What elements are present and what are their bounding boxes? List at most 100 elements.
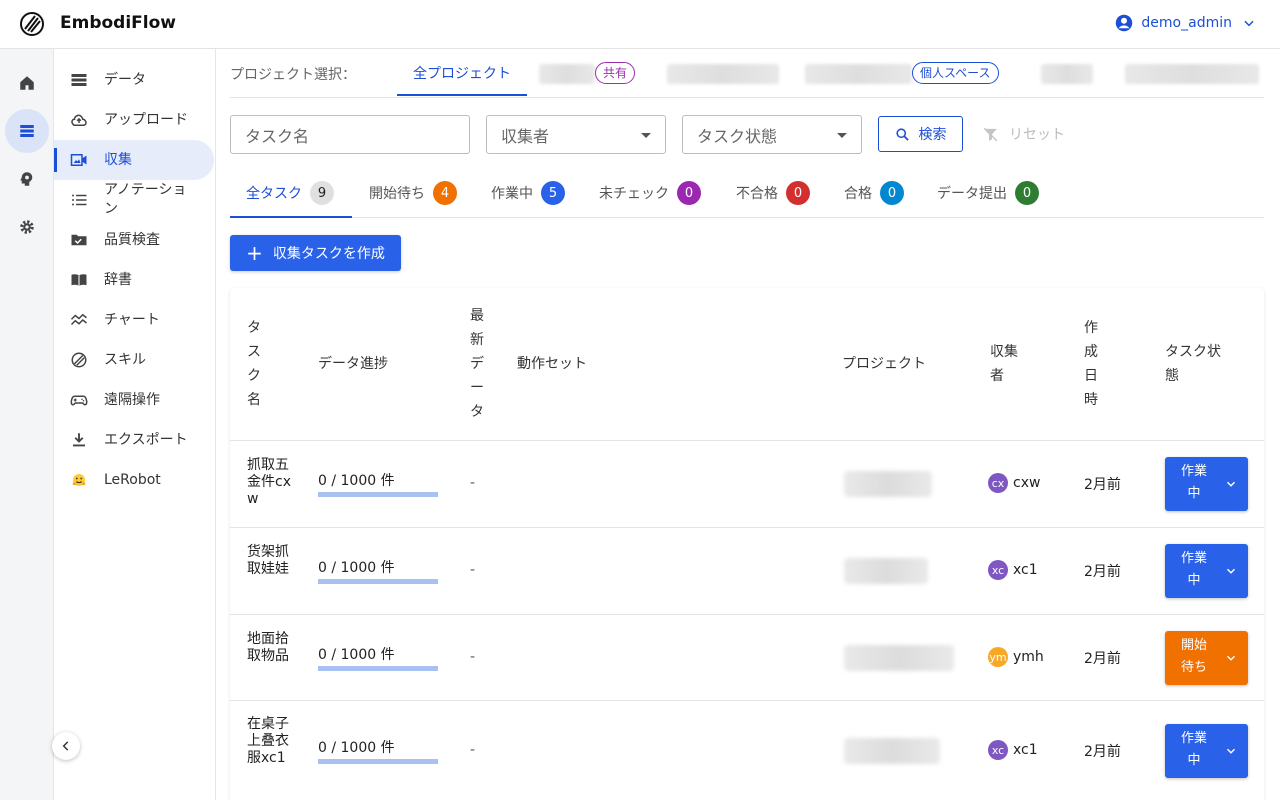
cloud-upload-icon [71,114,87,126]
tab-label: 作業中 [491,186,533,202]
personal-space-tag: 個人スペース [912,62,999,84]
table-row[interactable]: 地面拾取物品 0 / 1000 件 - ym ymh 2月前 開始待ち [230,615,1264,701]
collector-cell: ym ymh [988,647,1044,667]
tab-rejected[interactable]: 不合格 0 [736,181,810,205]
collector-name: xc1 [1013,742,1038,758]
header-status[interactable]: タスク状態 [1165,340,1227,388]
task-status-label: 作業中 [1180,464,1207,501]
video-icon [70,154,87,166]
tab-data-submitted[interactable]: データ提出 0 [937,181,1039,205]
search-button[interactable]: 検索 [878,116,963,152]
sidebar-collapse-button[interactable] [52,732,80,760]
header-project[interactable]: プロジェクト [842,352,926,376]
sidebar-item-dictionary[interactable]: 辞書 [54,260,214,300]
sidebar-item-skill[interactable]: スキル [54,340,214,380]
filter-off-icon [983,127,998,141]
download-icon [73,433,85,447]
tab-in-progress[interactable]: 作業中 5 [491,181,565,205]
create-collection-task-button[interactable]: + 収集タスクを作成 [230,235,401,271]
sidebar-item-upload[interactable]: アップロード [54,100,214,140]
chart-icon [70,313,87,326]
rail-settings-button[interactable] [5,205,49,249]
sidebar-item-label: 辞書 [104,271,132,288]
header-created[interactable]: 作成日時 [1084,316,1100,412]
brain-icon [20,172,33,186]
created-cell: 2月前 [1084,744,1121,760]
tab-unchecked[interactable]: 未チェック 0 [599,181,701,205]
header-task-name[interactable]: タスク名 [247,316,263,412]
header-latest-data[interactable]: 最新データ [470,304,486,424]
account-icon [1116,14,1133,32]
task-name-cell[interactable]: 在桌子上叠衣服xc1 [247,716,297,767]
count-badge: 4 [433,181,457,205]
chevron-down-icon [1244,20,1254,27]
progress-text: 0 / 1000 件 [318,647,395,663]
reset-button[interactable]: リセット [982,124,1065,144]
project-tab-redacted[interactable] [1125,64,1259,84]
tab-active-indicator [230,216,352,218]
project-tab-redacted[interactable] [667,64,779,84]
progress-text: 0 / 1000 件 [318,560,395,576]
sidebar-item-export[interactable]: エクスポート [54,420,214,460]
sidebar-item-chart[interactable]: チャート [54,300,214,340]
search-icon [895,127,909,141]
table-row[interactable]: 在桌子上叠衣服xc1 0 / 1000 件 - xc xc1 2月前 作業中 [230,701,1264,800]
user-menu[interactable]: demo_admin [1115,14,1256,32]
collector-cell: xc xc1 [988,740,1038,760]
count-badge: 5 [541,181,565,205]
rail-data-button[interactable] [5,109,49,153]
sidebar-item-label: LeRobot [104,471,161,488]
project-tab-redacted[interactable] [539,64,595,84]
collector-select[interactable]: 収集者 [486,115,666,154]
task-status-button[interactable]: 開始待ち [1165,631,1248,685]
rail-ai-button[interactable] [5,157,49,201]
task-name-input[interactable]: タスク名 [230,115,470,154]
sidebar-item-quality[interactable]: 品質検査 [54,220,214,260]
sidebar-item-collect[interactable]: 収集 [54,140,214,180]
app-header: EmbodiFlow demo_admin [0,0,1280,49]
sidebar-item-label: 収集 [104,151,132,168]
task-status-button[interactable]: 作業中 [1165,724,1248,778]
task-status-label: 開始待ち [1180,638,1207,675]
tab-passed[interactable]: 合格 0 [844,181,904,205]
progress-bar [318,492,438,497]
sidebar-item-annotation[interactable]: アノテーション [54,180,214,220]
tab-label: 開始待ち [369,186,425,202]
task-status-button[interactable]: 作業中 [1165,544,1248,598]
sidebar-item-data[interactable]: データ [54,60,214,100]
sidebar-item-lerobot[interactable]: LeRobot [54,460,214,500]
count-badge: 9 [310,181,334,205]
task-status-button[interactable]: 作業中 [1165,457,1248,511]
dropdown-arrow-icon [837,133,847,138]
task-status-select-placeholder: タスク状態 [697,126,778,146]
chevron-left-icon [62,741,69,751]
tab-label: 不合格 [736,186,778,202]
sidebar-item-label: チャート [104,311,160,328]
dropdown-arrow-icon [641,133,651,138]
tab-active-indicator [397,94,527,96]
task-name-cell[interactable]: 地面拾取物品 [247,631,297,665]
collector-avatar: xc [988,740,1008,760]
header-progress[interactable]: データ進捗 [318,352,388,376]
progress-text: 0 / 1000 件 [318,740,395,756]
icon-rail [0,49,54,800]
progress-bar [318,579,438,584]
tab-waiting[interactable]: 開始待ち 4 [369,181,457,205]
project-tab-redacted[interactable] [1041,64,1093,84]
embodiflow-logo-icon[interactable] [20,12,44,36]
header-action-set[interactable]: 動作セット [517,352,587,376]
sidebar-item-teleop[interactable]: 遠隔操作 [54,380,214,420]
tab-all-projects[interactable]: 全プロジェクト [413,63,511,83]
table-row[interactable]: 货架抓取娃娃 0 / 1000 件 - xc xc1 2月前 作業中 [230,528,1264,615]
task-status-select[interactable]: タスク状態 [682,115,862,154]
rail-home-button[interactable] [5,61,49,105]
task-name-cell[interactable]: 货架抓取娃娃 [247,544,297,578]
database-icon [20,125,34,137]
project-tab-redacted[interactable] [805,64,912,84]
table-row[interactable]: 抓取五金件cxw 0 / 1000 件 - cx cxw 2月前 作業中 [230,441,1264,528]
task-name-cell[interactable]: 抓取五金件cxw [247,457,297,508]
tab-all-tasks[interactable]: 全タスク 9 [246,181,334,205]
hugging-face-icon [72,474,86,486]
header-collector[interactable]: 収集者 [990,340,1020,388]
shared-tag: 共有 [595,62,636,84]
